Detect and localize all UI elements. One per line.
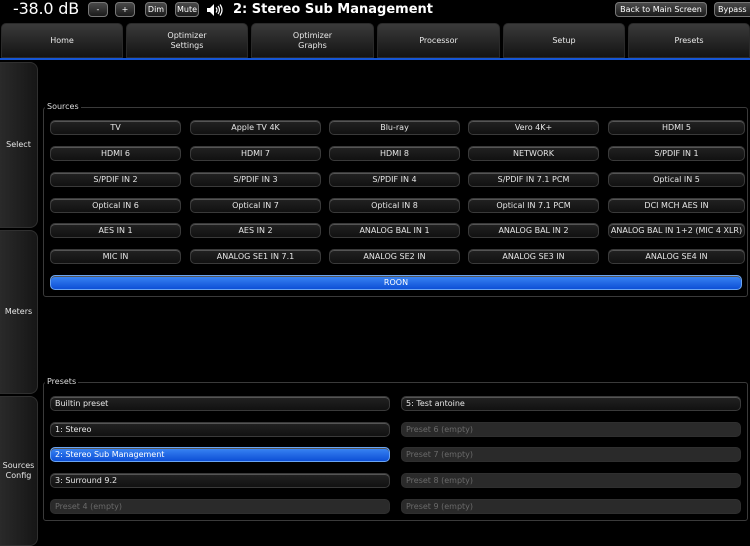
tab-underline: [0, 58, 750, 60]
source-button[interactable]: Optical IN 7: [190, 198, 321, 213]
tab-processor[interactable]: Processor: [377, 23, 500, 58]
tab-presets[interactable]: Presets: [628, 23, 750, 58]
source-button[interactable]: Optical IN 7.1 PCM: [468, 198, 599, 213]
source-button[interactable]: HDMI 8: [329, 146, 460, 161]
volume-up-button[interactable]: +: [115, 2, 135, 17]
tab-setup[interactable]: Setup: [503, 23, 625, 58]
source-button[interactable]: Optical IN 6: [50, 198, 181, 213]
tab-optimizer-settings[interactable]: Optimizer Settings: [126, 23, 248, 58]
source-button[interactable]: ANALOG SE2 IN: [329, 249, 460, 264]
side-item-meters[interactable]: Meters: [0, 230, 38, 394]
volume-readout: -38.0 dB: [13, 0, 80, 18]
top-bar: -38.0 dB - + Dim Mute 2: Stereo Sub Mana…: [0, 0, 750, 20]
back-to-main-screen-button[interactable]: Back to Main Screen: [615, 2, 707, 17]
source-button[interactable]: Apple TV 4K: [190, 120, 321, 135]
source-button[interactable]: ANALOG SE3 IN: [468, 249, 599, 264]
source-button[interactable]: ANALOG BAL IN 1: [329, 223, 460, 238]
mute-button[interactable]: Mute: [175, 2, 199, 17]
source-button[interactable]: HDMI 7: [190, 146, 321, 161]
source-button[interactable]: AES IN 1: [50, 223, 181, 238]
preset-button[interactable]: Preset 8 (empty): [401, 473, 741, 488]
preset-button[interactable]: 1: Stereo: [50, 422, 390, 437]
tab-optimizer-graphs[interactable]: Optimizer Graphs: [251, 23, 374, 58]
source-button[interactable]: HDMI 6: [50, 146, 181, 161]
side-item-sources-config[interactable]: Sources Config: [0, 396, 38, 546]
preset-button[interactable]: Preset 7 (empty): [401, 447, 741, 462]
source-button[interactable]: HDMI 5: [608, 120, 745, 135]
source-button[interactable]: ANALOG BAL IN 1+2 (MIC 4 XLR): [608, 223, 745, 238]
tab-home[interactable]: Home: [1, 23, 123, 58]
source-button[interactable]: S/PDIF IN 4: [329, 172, 460, 187]
dim-button[interactable]: Dim: [145, 2, 167, 17]
source-button[interactable]: Vero 4K+: [468, 120, 599, 135]
preset-button[interactable]: 3: Surround 9.2: [50, 473, 390, 488]
source-button[interactable]: S/PDIF IN 7.1 PCM: [468, 172, 599, 187]
preset-button[interactable]: Preset 9 (empty): [401, 499, 741, 514]
bypass-button[interactable]: Bypass: [714, 2, 750, 17]
source-button[interactable]: Blu-ray: [329, 120, 460, 135]
source-button[interactable]: S/PDIF IN 1: [608, 146, 745, 161]
source-button[interactable]: ANALOG SE4 IN: [608, 249, 745, 264]
source-button[interactable]: DCI MCH AES IN: [608, 198, 745, 213]
source-button[interactable]: ANALOG SE1 IN 7.1: [190, 249, 321, 264]
source-button[interactable]: Optical IN 8: [329, 198, 460, 213]
source-button[interactable]: TV: [50, 120, 181, 135]
preset-button[interactable]: 5: Test antoine: [401, 396, 741, 411]
source-button[interactable]: Optical IN 5: [608, 172, 745, 187]
preset-button[interactable]: Builtin preset: [50, 396, 390, 411]
side-item-select[interactable]: Select: [0, 62, 38, 228]
source-button[interactable]: MIC IN: [50, 249, 181, 264]
presets-group-title: Presets: [45, 377, 79, 387]
preset-button[interactable]: Preset 4 (empty): [50, 499, 390, 514]
volume-down-button[interactable]: -: [88, 2, 108, 17]
sources-group-title: Sources: [45, 102, 81, 112]
speaker-icon[interactable]: [206, 3, 224, 17]
main-tabs: Home Optimizer Settings Optimizer Graphs…: [0, 20, 750, 60]
source-button[interactable]: S/PDIF IN 3: [190, 172, 321, 187]
source-button[interactable]: S/PDIF IN 2: [50, 172, 181, 187]
preset-button[interactable]: 2: Stereo Sub Management: [50, 447, 390, 462]
source-button-roon[interactable]: ROON: [50, 275, 742, 290]
source-button[interactable]: ANALOG BAL IN 2: [468, 223, 599, 238]
preset-button[interactable]: Preset 6 (empty): [401, 422, 741, 437]
source-button[interactable]: AES IN 2: [190, 223, 321, 238]
current-preset-title: 2: Stereo Sub Management: [233, 2, 433, 17]
source-button[interactable]: NETWORK: [468, 146, 599, 161]
